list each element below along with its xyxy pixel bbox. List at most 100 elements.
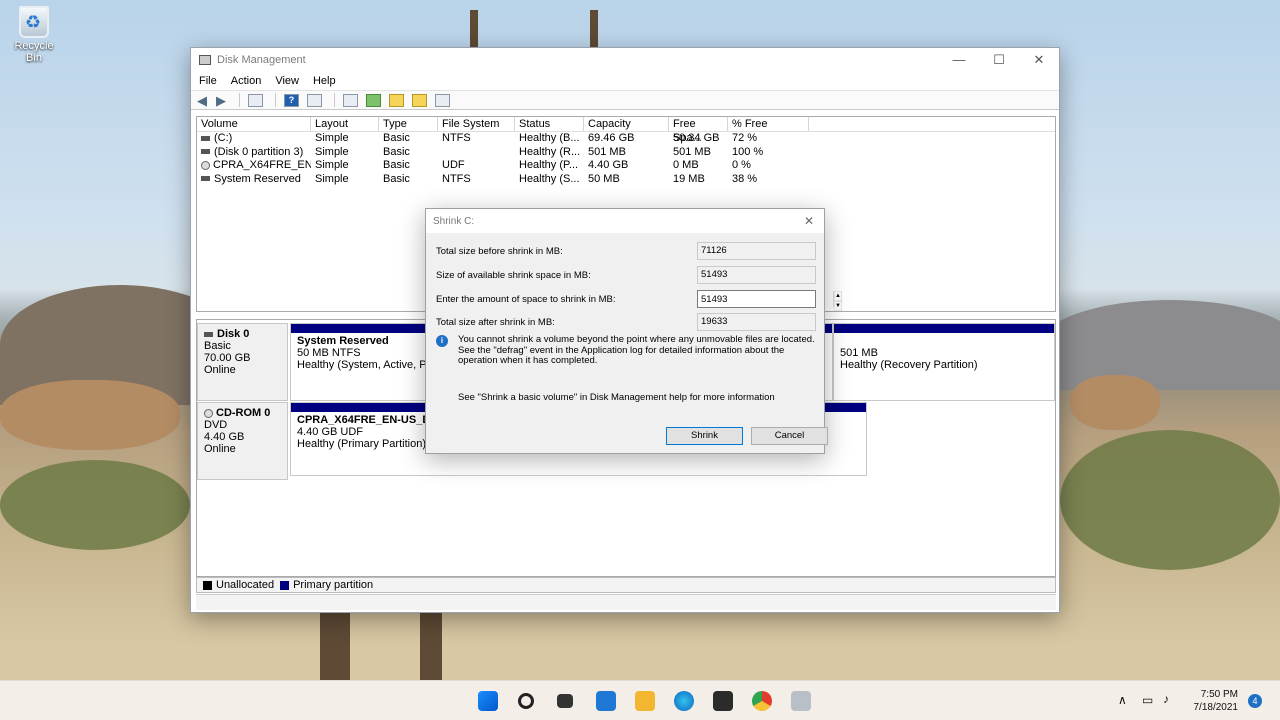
column-header-type[interactable]: Type xyxy=(379,117,438,131)
help-link-text[interactable]: See "Shrink a basic volume" in Disk Mana… xyxy=(458,392,775,403)
partition-recovery[interactable]: 501 MB Healthy (Recovery Partition) xyxy=(833,323,1055,401)
file-explorer-icon[interactable] xyxy=(635,691,655,711)
console-icon[interactable] xyxy=(435,93,450,107)
cell-percent-free: 38 % xyxy=(732,172,758,185)
column-header-free-space[interactable]: Free Spa... xyxy=(669,117,728,144)
edge-icon[interactable] xyxy=(674,691,694,711)
recycle-bin-icon xyxy=(19,6,49,38)
cdrom-0-label[interactable]: CD-ROM 0 DVD 4.40 GB Online xyxy=(197,402,288,480)
column-header-volume[interactable]: Volume xyxy=(197,117,311,131)
check-icon[interactable] xyxy=(366,93,381,107)
widgets-icon[interactable] xyxy=(596,691,616,711)
shrink-amount-input[interactable] xyxy=(698,291,833,307)
volume-icon[interactable]: ♪ xyxy=(1163,692,1169,706)
chevron-up-icon[interactable]: ∧ xyxy=(1118,693,1127,707)
cd-drive-icon xyxy=(201,160,210,170)
recycle-bin[interactable]: Recycle Bin xyxy=(6,6,62,64)
help-icon[interactable]: ? xyxy=(284,93,299,107)
search-folder-icon[interactable] xyxy=(412,93,427,107)
store-icon[interactable] xyxy=(713,691,733,711)
properties-icon[interactable] xyxy=(307,93,322,107)
cancel-button[interactable]: Cancel xyxy=(751,427,828,445)
menu-file[interactable]: File xyxy=(199,75,217,87)
info-icon: i xyxy=(436,335,448,347)
notification-badge[interactable]: 4 xyxy=(1248,694,1262,708)
spin-down-icon[interactable]: ▼ xyxy=(834,301,842,311)
column-header-capacity[interactable]: Capacity xyxy=(584,117,669,131)
shrink-dialog: Shrink C: ✕ Total size before shrink in … xyxy=(425,208,842,454)
table-row[interactable]: System Reserved Simple Basic NTFS Health… xyxy=(197,173,1055,187)
column-header-percent-free[interactable]: % Free xyxy=(728,117,809,131)
maximize-button[interactable]: ☐ xyxy=(979,52,1019,68)
connect-icon[interactable] xyxy=(343,93,358,107)
minimize-button[interactable]: — xyxy=(939,52,979,68)
window-title: Disk Management xyxy=(217,54,306,66)
chrome-icon[interactable] xyxy=(752,691,772,711)
table-row[interactable]: (C:) Simple Basic NTFS Healthy (B... 69.… xyxy=(197,132,1055,146)
partition-name: System Reserved xyxy=(297,335,389,347)
cell-capacity: 69.46 GB xyxy=(588,132,635,144)
task-view-icon[interactable] xyxy=(557,694,573,708)
disk-management-icon[interactable] xyxy=(791,691,811,711)
back-arrow-icon[interactable]: ◀ xyxy=(197,94,212,107)
clock-time: 7:50 PM xyxy=(1200,689,1238,700)
menu-action[interactable]: Action xyxy=(231,75,262,87)
partition-status: Healthy (Recovery Partition) xyxy=(840,359,978,371)
title-bar[interactable]: Disk Management — ☐ ✕ xyxy=(191,48,1059,72)
volume-icon xyxy=(201,135,210,141)
disk-0-state: Online xyxy=(204,364,236,376)
column-header-file-system[interactable]: File System xyxy=(438,117,515,131)
search-icon[interactable] xyxy=(518,693,534,709)
cell-capacity: 501 MB xyxy=(588,145,626,158)
status-bar xyxy=(196,594,1056,610)
primary-swatch xyxy=(280,580,290,590)
table-row[interactable]: (Disk 0 partition 3) Simple Basic Health… xyxy=(197,146,1055,160)
toolbar-separator xyxy=(334,93,335,107)
partition-status: Healthy (Primary Partition) xyxy=(297,438,426,450)
available-space-value: 51493 xyxy=(697,266,816,284)
partition-size: 4.40 GB UDF xyxy=(297,426,364,438)
cell-volume: System Reserved xyxy=(214,172,301,185)
cdrom-0-name: CD-ROM 0 xyxy=(216,407,271,419)
disk-0-label[interactable]: Disk 0 Basic 70.00 GB Online xyxy=(197,323,288,401)
toolbar-separator xyxy=(239,93,240,107)
cell-type: Basic xyxy=(383,172,410,185)
table-row[interactable]: CPRA_X64FRE_EN-... Simple Basic UDF Heal… xyxy=(197,159,1055,173)
disk-0-size: 70.00 GB xyxy=(204,352,251,364)
shrink-amount-stepper[interactable]: ▲ ▼ xyxy=(697,290,842,311)
dialog-title-bar[interactable]: Shrink C: ✕ xyxy=(426,209,824,233)
legend: Unallocated Primary partition xyxy=(196,577,1056,593)
cell-layout: Simple xyxy=(315,145,349,158)
cell-volume: (Disk 0 partition 3) xyxy=(214,145,304,158)
toolbar: ◀ ▶ ? xyxy=(191,90,1059,110)
volume-list-header: Volume Layout Type File System Status Ca… xyxy=(197,117,1055,144)
cell-file-system: NTFS xyxy=(442,132,471,144)
taskbar: ∧ ▭ ♪ 7:50 PM 7/18/2021 4 xyxy=(0,680,1280,720)
spin-up-icon[interactable]: ▲ xyxy=(834,291,842,301)
cell-type: Basic xyxy=(383,159,410,171)
disk-list-icon[interactable] xyxy=(248,93,263,107)
column-header-layout[interactable]: Layout xyxy=(311,117,379,131)
forward-arrow-icon[interactable]: ▶ xyxy=(216,94,231,107)
info-message: i You cannot shrink a volume beyond the … xyxy=(436,334,816,367)
volume-icon xyxy=(201,149,210,155)
up-folder-icon[interactable] xyxy=(389,93,404,107)
column-header-status[interactable]: Status xyxy=(515,117,584,131)
menu-view[interactable]: View xyxy=(275,75,299,87)
cell-volume: CPRA_X64FRE_EN-... xyxy=(213,159,311,171)
available-space-label: Size of available shrink space in MB: xyxy=(436,269,591,281)
total-before-label: Total size before shrink in MB: xyxy=(436,245,563,257)
disk-0-kind: Basic xyxy=(204,340,231,352)
cell-percent-free: 100 % xyxy=(732,145,764,158)
network-icon[interactable]: ▭ xyxy=(1142,693,1153,707)
cell-file-system xyxy=(438,146,515,160)
dialog-close-button[interactable]: ✕ xyxy=(794,214,824,228)
shrink-button[interactable]: Shrink xyxy=(666,427,743,445)
close-button[interactable]: ✕ xyxy=(1019,52,1059,68)
toolbar-separator xyxy=(275,93,276,107)
start-icon[interactable] xyxy=(478,691,498,711)
cell-status: Healthy (B... xyxy=(519,132,580,144)
clock[interactable]: 7:50 PM 7/18/2021 xyxy=(1190,688,1239,714)
cdrom-0-state: Online xyxy=(204,443,236,455)
menu-help[interactable]: Help xyxy=(313,75,336,87)
